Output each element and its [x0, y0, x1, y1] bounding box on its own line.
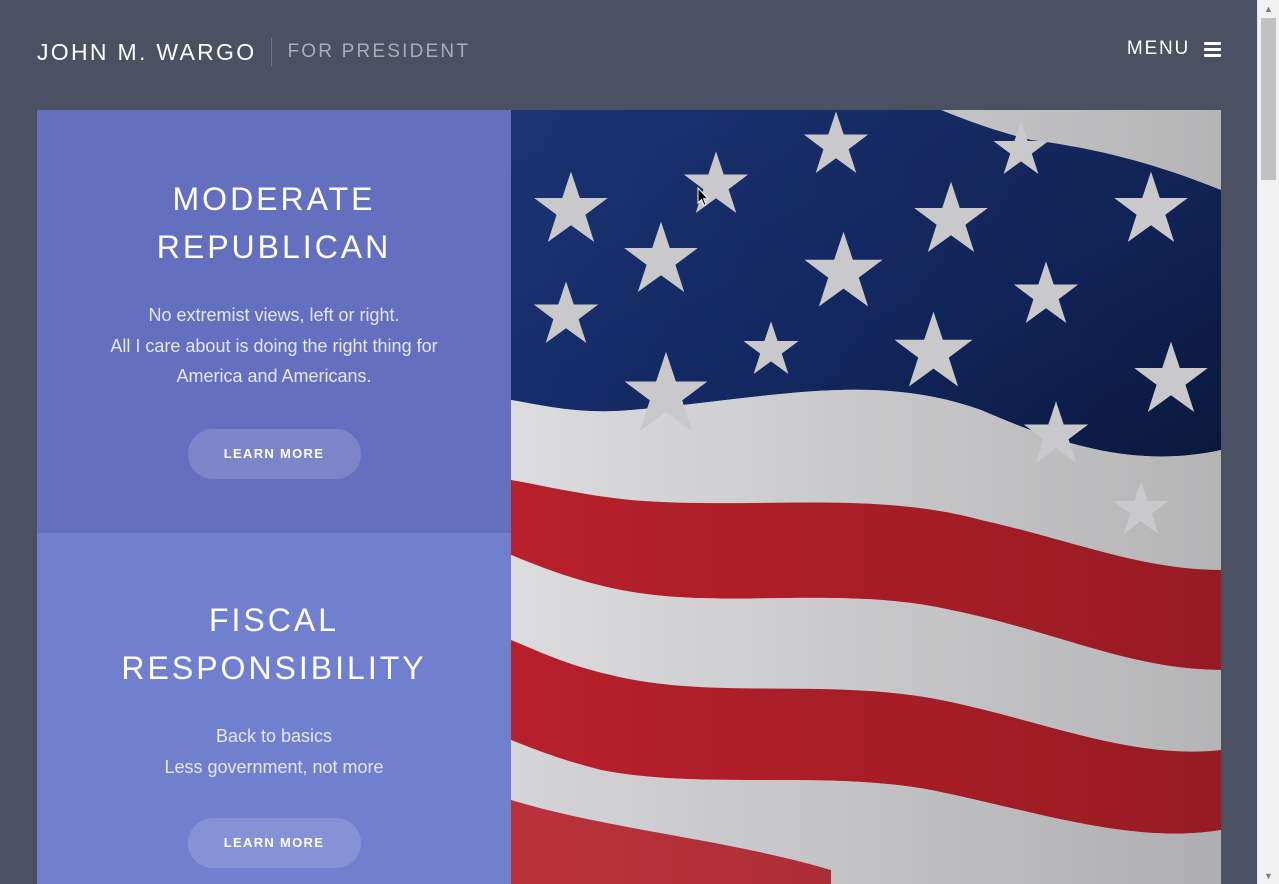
feature-title: MODERATE REPUBLICAN [156, 181, 392, 265]
mouse-cursor-icon [697, 187, 709, 207]
learn-more-button[interactable]: LEARN MORE [187, 818, 361, 868]
feature-text-line: America and Americans. [176, 366, 372, 386]
american-flag-image [511, 110, 1221, 884]
menu-label[interactable]: MENU [1127, 38, 1190, 60]
hamburger-icon[interactable] [1204, 41, 1221, 57]
site-header: JOHN M. WARGO FOR PRESIDENT MENU [37, 38, 1221, 72]
brand-name[interactable]: JOHN M. WARGO [37, 39, 256, 66]
learn-more-button[interactable]: LEARN MORE [187, 428, 361, 479]
brand[interactable]: JOHN M. WARGO FOR PRESIDENT [37, 38, 470, 66]
feature-description: No extremist views, left or right. All I… [37, 300, 511, 392]
brand-tagline: FOR PRESIDENT [287, 41, 471, 62]
feature-panel-moderate-republican: MODERATE REPUBLICAN No extremist views, … [37, 110, 511, 533]
feature-text-line: Back to basics [215, 726, 333, 746]
scroll-up-arrow-icon[interactable]: ▲ [1258, 0, 1279, 17]
scrollbar-thumb[interactable] [1261, 18, 1276, 180]
vertical-scrollbar[interactable]: ▲ ▼ [1257, 0, 1279, 884]
feature-text-line: Less government, not more [164, 756, 384, 777]
scroll-down-arrow-icon[interactable]: ▼ [1258, 867, 1279, 884]
feature-panel-fiscal-responsibility: FISCAL RESPONSIBILITY Back to basics Les… [37, 533, 511, 884]
feature-text-line: All I care about is doing the right thin… [110, 335, 438, 356]
brand-divider [271, 38, 273, 66]
menu-button[interactable]: MENU [1127, 38, 1221, 60]
feature-text-line: No extremist views, left or right. [148, 305, 400, 325]
american-flag-icon [511, 110, 1221, 884]
feature-description: Back to basics Less government, not more [37, 721, 511, 782]
feature-title: FISCAL RESPONSIBILITY [121, 602, 427, 686]
